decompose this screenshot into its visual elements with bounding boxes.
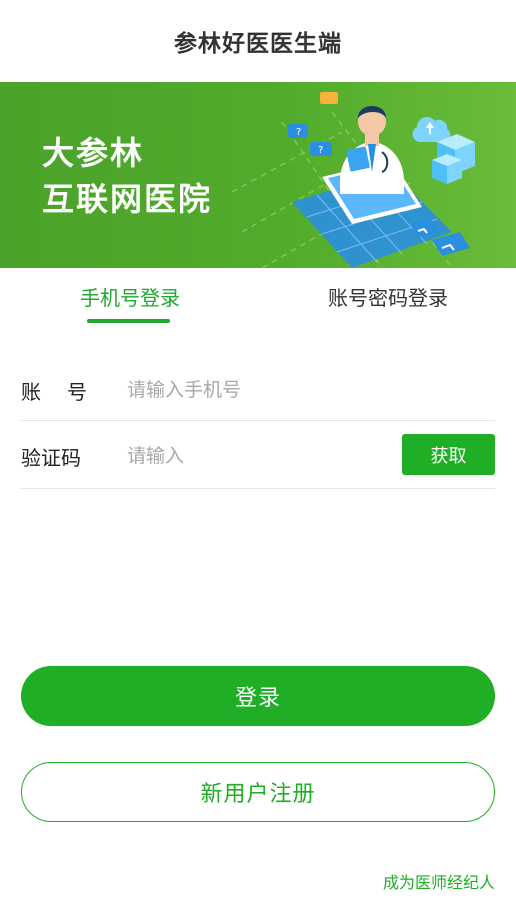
chat-bubble-icon: ? ? [288, 92, 338, 156]
app-header: 参林好医医生端 [0, 0, 516, 82]
page-title: 参林好医医生端 [174, 31, 342, 57]
data-cubes-icon [432, 134, 475, 184]
login-tabs: 手机号登录 账号密码登录 [0, 268, 516, 326]
tab-phone-login[interactable]: 手机号登录 [68, 282, 192, 311]
tab-password-login[interactable]: 账号密码登录 [318, 282, 458, 311]
login-button[interactable]: 登录 [21, 666, 495, 726]
register-button[interactable]: 新用户注册 [21, 762, 495, 822]
login-screen: 参林好医医生端 大参林 互联网医院 ? ? 手机号登录 账号密码登录 账号 请输… [0, 0, 516, 918]
banner-line-1: 大参林 [42, 134, 145, 172]
cloud-icon [412, 116, 451, 143]
verification-code-label: 验证码 [21, 446, 81, 470]
svg-text:?: ? [296, 127, 301, 138]
svg-text:?: ? [318, 145, 323, 156]
hospital-banner: 大参林 互联网医院 ? ? [0, 82, 516, 268]
account-row: 账号 [21, 356, 495, 421]
phone-input[interactable] [127, 376, 487, 404]
banner-line-2: 互联网医院 [42, 180, 213, 218]
account-label: 账号 [21, 380, 113, 404]
become-agent-link[interactable]: 成为医师经纪人 [383, 869, 495, 893]
active-tab-indicator [87, 319, 170, 323]
banner-text: 大参林 互联网医院 [42, 130, 212, 222]
doctor-illustration: ? ? [231, 92, 475, 268]
verification-code-input[interactable] [127, 442, 377, 470]
doctor-figure-icon [340, 106, 404, 194]
get-code-button[interactable]: 获取 [402, 434, 495, 475]
verification-code-row: 验证码 获取 [21, 421, 495, 489]
